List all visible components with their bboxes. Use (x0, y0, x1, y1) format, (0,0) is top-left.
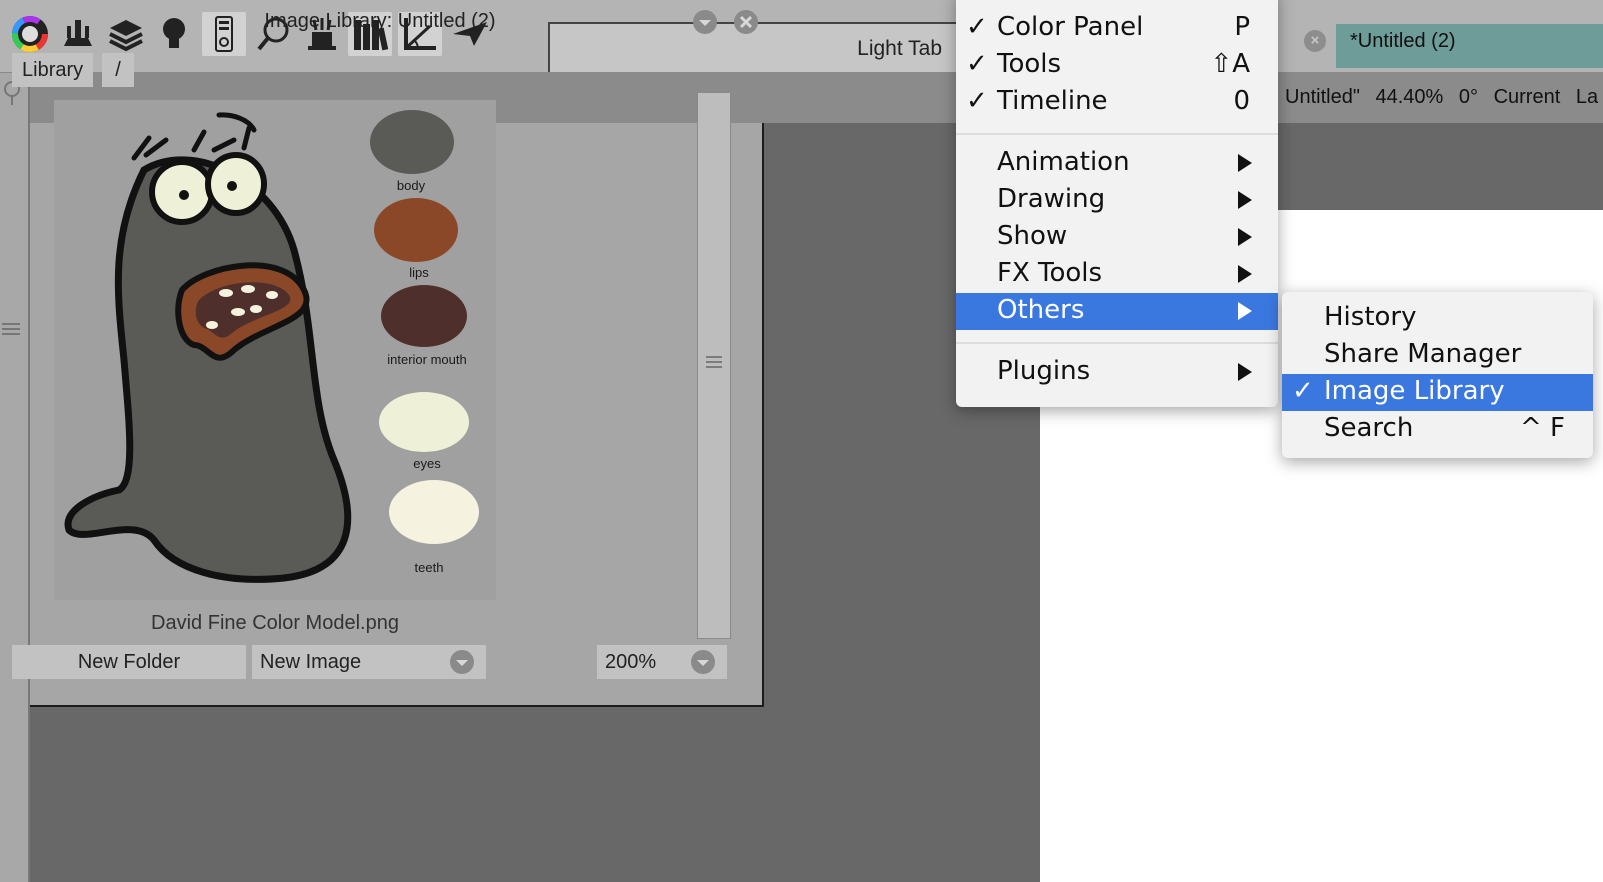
submenu-arrow-icon (1238, 154, 1252, 172)
swatch-eyes[interactable] (379, 392, 469, 452)
menu-item-fx-tools[interactable]: FX Tools (956, 256, 1278, 293)
swatch-body[interactable] (370, 110, 454, 174)
status-rotation: 0° (1458, 86, 1479, 108)
menu-separator (956, 133, 1278, 135)
menu-item-share-manager[interactable]: Share Manager (1282, 337, 1593, 374)
breadcrumb-library[interactable]: Library (12, 53, 94, 87)
check-icon: ✓ (966, 12, 988, 42)
zoom-value: 200% (605, 651, 657, 673)
menu-shortcut: ⇧A (1210, 49, 1250, 79)
menu-label: Search (1324, 413, 1414, 443)
swatch-label-interior-mouth: interior mouth (387, 352, 467, 367)
tooth (241, 285, 255, 293)
new-folder-button[interactable]: New Folder (12, 645, 246, 679)
status-zoom: 44.40% (1375, 86, 1444, 108)
scroll-grip-icon[interactable] (706, 355, 722, 369)
menu-item-tools[interactable]: ✓ Tools ⇧A (956, 47, 1278, 84)
swatch-interior-mouth[interactable] (381, 285, 467, 347)
others-submenu: History Share Manager ✓ Image Library Se… (1282, 292, 1593, 458)
windows-menu: ✓ Color Panel P ✓ Tools ⇧A ✓ Timeline 0 … (956, 0, 1278, 407)
breadcrumb-root[interactable]: / (102, 53, 134, 87)
menu-label: Timeline (997, 86, 1108, 116)
menu-item-others[interactable]: Others (956, 293, 1278, 330)
image-thumbnail[interactable]: body lips interior mouth eyes teeth (54, 100, 496, 600)
eyelashes (131, 112, 257, 161)
menu-shortcut: P (1234, 12, 1250, 42)
tooth (206, 321, 218, 329)
chevron-down-icon[interactable] (691, 650, 715, 674)
close-icon[interactable] (734, 10, 758, 34)
menu-shortcut: ^ F (1519, 413, 1565, 443)
swatch-label-lips: lips (409, 265, 429, 280)
status-layer: Current La (1493, 86, 1599, 108)
swatch-lips[interactable] (374, 198, 458, 262)
new-image-dropdown[interactable]: New Image (252, 645, 486, 679)
menu-item-color-panel[interactable]: ✓ Color Panel P (956, 10, 1278, 47)
status-readout: Untitled" 44.40% 0° Current La (1285, 86, 1598, 109)
menu-label: Plugins (997, 356, 1091, 386)
color-model-image (64, 110, 479, 583)
menu-item-show[interactable]: Show (956, 219, 1278, 256)
check-icon: ✓ (966, 86, 988, 116)
menu-item-plugins[interactable]: Plugins (956, 354, 1278, 391)
menu-item-drawing[interactable]: Drawing (956, 182, 1278, 219)
swatch-label-eyes: eyes (413, 456, 441, 471)
pupil-left (179, 190, 189, 200)
pupil-right (227, 181, 237, 191)
menu-label: Color Panel (997, 12, 1144, 42)
submenu-arrow-icon (1238, 191, 1252, 209)
tooth (266, 291, 278, 299)
submenu-arrow-icon (1238, 228, 1252, 246)
check-icon: ✓ (966, 49, 988, 79)
menu-label: Others (997, 295, 1085, 325)
menu-item-animation[interactable]: Animation (956, 145, 1278, 182)
panel-title: Image Library: Untitled (2) (264, 10, 496, 32)
chevron-down-icon[interactable] (450, 650, 474, 674)
menu-item-timeline[interactable]: ✓ Timeline 0 (956, 84, 1278, 121)
menu-label: Image Library (1324, 376, 1505, 406)
submenu-arrow-icon (1238, 302, 1252, 320)
menu-label: Animation (997, 147, 1130, 177)
zoom-dropdown[interactable]: 200% (597, 645, 727, 679)
body-shape (64, 156, 352, 583)
submenu-arrow-icon (1238, 363, 1252, 381)
menu-item-image-library[interactable]: ✓ Image Library (1282, 374, 1593, 411)
tooth (231, 308, 245, 316)
menu-shortcut: 0 (1233, 86, 1250, 116)
swatch-label-body: body (396, 178, 426, 193)
left-rail (0, 73, 30, 882)
tooth (219, 289, 233, 297)
menu-label: Drawing (997, 184, 1106, 214)
menu-item-history[interactable]: History (1282, 300, 1593, 337)
menu-label: History (1324, 302, 1417, 332)
light-table-label: Light Tab (857, 37, 942, 60)
menu-label: FX Tools (997, 258, 1103, 288)
document-tab[interactable]: *Untitled (2) (1336, 24, 1603, 68)
status-doc: Untitled" (1285, 86, 1360, 108)
tab-close-icon[interactable]: × (1304, 30, 1326, 52)
vertical-scrollbar[interactable] (697, 92, 731, 639)
menu-label: Tools (997, 49, 1062, 79)
new-image-label: New Image (260, 651, 362, 673)
menu-label: Show (997, 221, 1068, 251)
submenu-arrow-icon (1238, 265, 1252, 283)
swatch-teeth[interactable] (389, 480, 479, 544)
collapse-icon[interactable] (693, 10, 717, 34)
rail-grip-icon[interactable] (2, 322, 20, 336)
tooth (250, 305, 262, 313)
menu-item-search[interactable]: Search ^ F (1282, 411, 1593, 448)
thumbnail-caption: David Fine Color Model.png (151, 612, 399, 634)
menu-label: Share Manager (1324, 339, 1522, 369)
check-icon: ✓ (1292, 376, 1314, 406)
swatch-label-teeth: teeth (414, 560, 444, 575)
menu-separator (956, 342, 1278, 344)
